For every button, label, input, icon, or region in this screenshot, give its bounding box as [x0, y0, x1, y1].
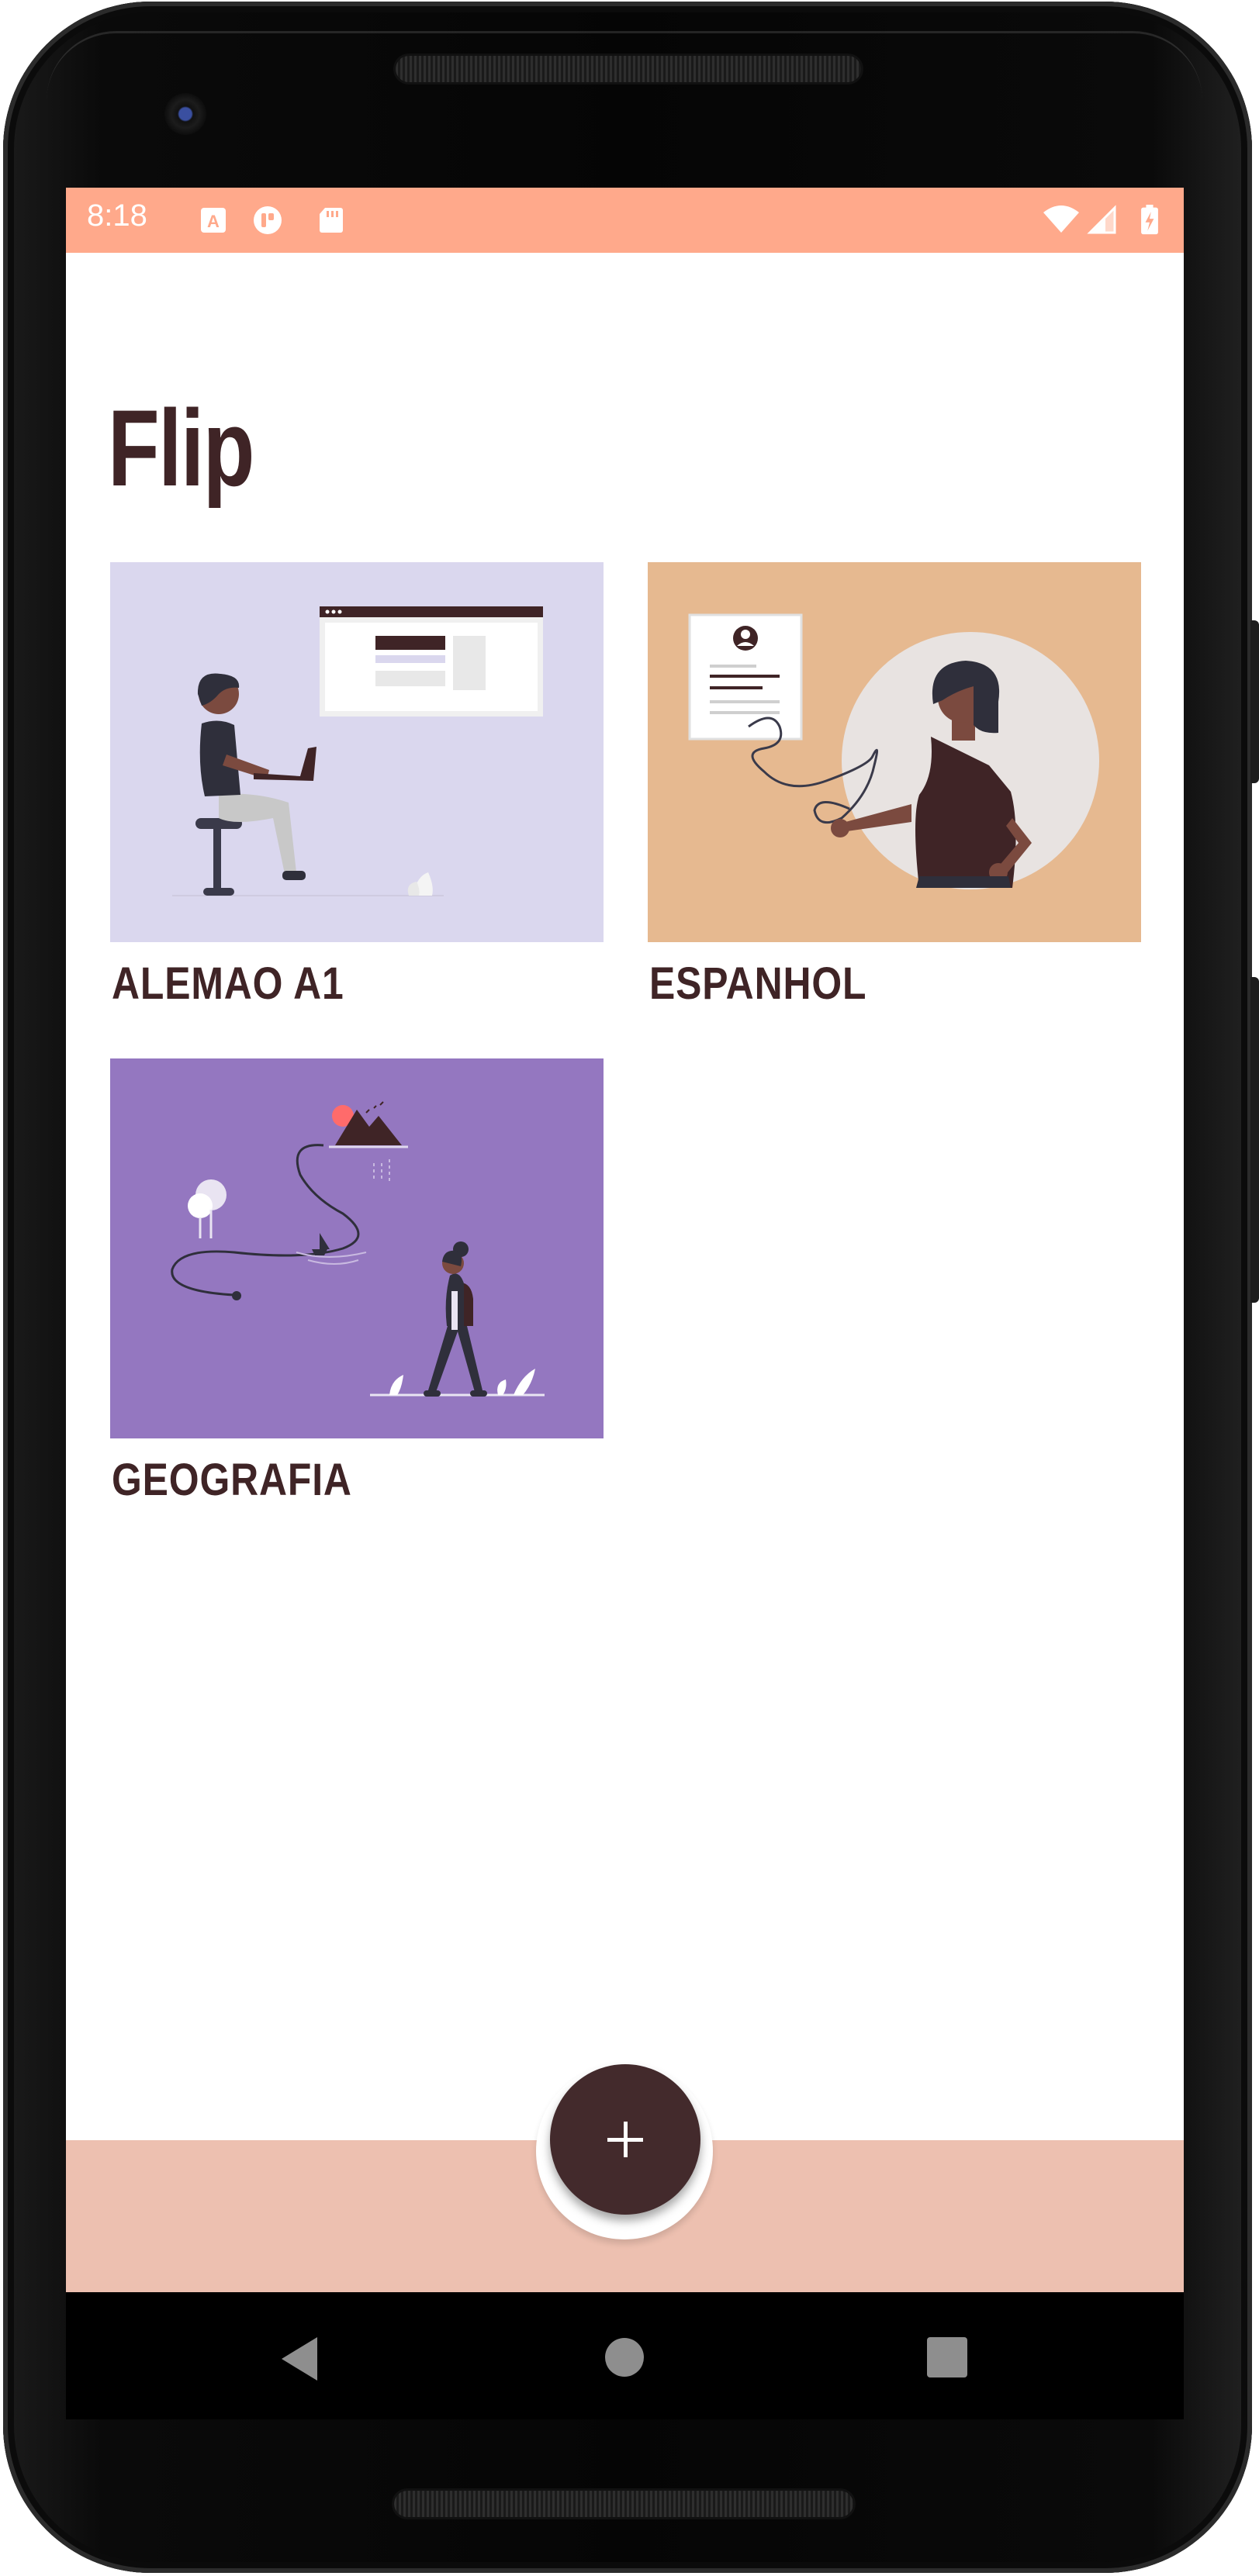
app-circle-icon — [254, 206, 282, 234]
svg-text:A: A — [207, 212, 220, 231]
signal-icon — [1087, 205, 1116, 234]
traveler-map-illustration — [110, 1058, 604, 1438]
deck-label: Alemao A1 — [112, 958, 344, 1009]
sd-card-icon — [320, 208, 343, 233]
deck-card[interactable]: Alemao A1 — [110, 562, 604, 1007]
status-bar: 8:18 A — [66, 188, 1184, 253]
status-time: 8:18 — [87, 199, 147, 233]
deck-card[interactable]: Espanhol — [648, 562, 1141, 1007]
screen: 8:18 A Flip ALEMAO A1 ESPANHOL GEOGRAFIA — [66, 188, 1184, 2419]
front-camera — [164, 93, 206, 135]
power-button — [1250, 620, 1259, 783]
person-profile-card-illustration — [648, 562, 1141, 942]
deck-label: Geografia — [112, 1455, 352, 1505]
earpiece-speaker — [396, 56, 861, 82]
add-deck-button[interactable] — [550, 2064, 700, 2215]
wifi-icon — [1043, 205, 1079, 233]
volume-button — [1250, 977, 1259, 1303]
app-title: Flip — [108, 387, 254, 509]
person-laptop-illustration — [110, 562, 604, 942]
battery-charging-icon — [1141, 205, 1158, 235]
deck-label: Espanhol — [649, 958, 867, 1009]
plus-icon — [607, 2122, 643, 2157]
deck-card[interactable]: Geografia — [110, 1058, 604, 1503]
home-icon[interactable] — [604, 2337, 645, 2377]
translate-icon: A — [201, 208, 226, 233]
recents-icon[interactable] — [927, 2337, 967, 2377]
back-icon[interactable] — [278, 2336, 320, 2382]
system-nav-bar — [66, 2292, 1184, 2419]
bottom-speaker — [394, 2491, 853, 2517]
